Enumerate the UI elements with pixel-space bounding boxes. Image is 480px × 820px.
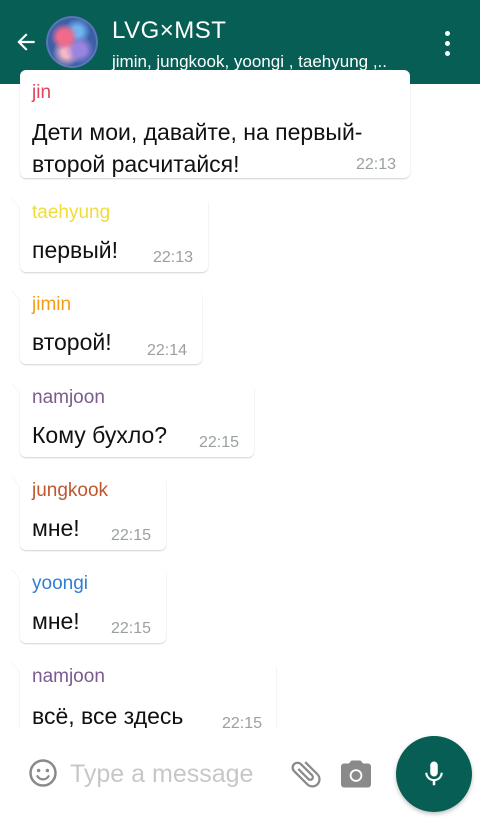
chat-members[interactable]: jimin, jungkook, yoongi , taehyung ,.. <box>112 52 387 72</box>
paperclip-icon[interactable] <box>288 756 324 792</box>
camera-icon[interactable] <box>338 756 374 792</box>
message-sender: jimin <box>32 294 72 315</box>
message-sender: taehyung <box>32 202 111 223</box>
message-bubble[interactable]: yoongi мне! 22:15 <box>12 569 166 643</box>
message-time: 22:13 <box>153 249 194 266</box>
message-time: 22:15 <box>111 620 152 637</box>
message-text: Дети мои, давайте, на первый- второй рас… <box>32 119 363 177</box>
message-sender: jin <box>32 82 52 103</box>
message-sender: jungkook <box>32 480 109 501</box>
message-text: первый! <box>32 237 119 263</box>
group-avatar[interactable] <box>46 16 98 68</box>
message-time: 22:15 <box>199 434 240 451</box>
arrow-left-icon <box>17 33 35 51</box>
back-button[interactable] <box>8 24 44 60</box>
more-vertical-icon <box>444 30 450 36</box>
message-bubble[interactable]: namjoon Кому бухло? 22:15 <box>12 383 254 457</box>
voice-record-button[interactable] <box>396 736 472 812</box>
message-text: Кому бухло? <box>32 422 168 448</box>
microphone-icon <box>425 761 443 786</box>
more-options-button[interactable] <box>430 24 464 62</box>
message-sender: yoongi <box>32 573 88 594</box>
message-bubble[interactable]: jimin второй! 22:14 <box>12 290 202 364</box>
message-input[interactable]: Type a message <box>70 760 253 789</box>
message-time: 22:14 <box>147 342 188 359</box>
message-bubble[interactable]: jin Дети мои, давайте, на первый- второй… <box>20 70 410 178</box>
message-text: второй! <box>32 329 112 355</box>
message-time: 22:15 <box>111 527 152 544</box>
message-text: мне! <box>32 515 80 541</box>
message-bubble[interactable]: jungkook мне! 22:15 <box>12 476 166 550</box>
message-sender: namjoon <box>32 666 105 687</box>
message-time: 22:13 <box>356 156 397 173</box>
message-bubble[interactable]: taehyung первый! 22:13 <box>12 198 208 272</box>
message-sender: namjoon <box>32 387 105 408</box>
chat-title[interactable]: LVG×MST <box>112 17 226 45</box>
message-text: мне! <box>32 608 80 634</box>
message-bubble[interactable]: namjoon всё, все здесь 22:15 <box>12 662 276 736</box>
smiley-icon[interactable] <box>28 758 58 788</box>
